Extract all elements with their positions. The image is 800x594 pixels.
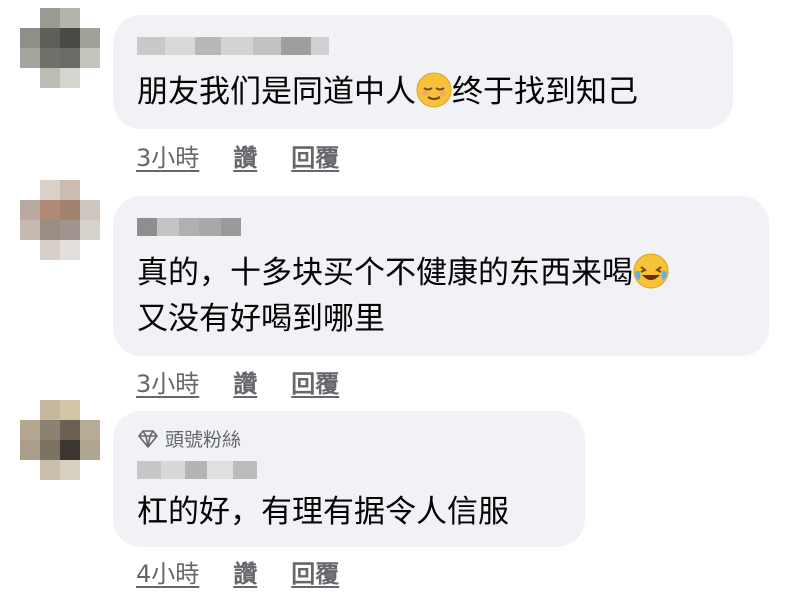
- reply-button[interactable]: 回覆: [291, 138, 339, 173]
- comment-bubble: 朋友我们是同道中人 终于找到知己: [113, 15, 733, 129]
- comment-actions: 4小時 讚 回覆: [136, 554, 373, 589]
- comment-text: 朋友我们是同道中人 终于找到知己: [137, 72, 638, 110]
- reply-button[interactable]: 回覆: [291, 554, 339, 589]
- avatar[interactable]: [20, 8, 100, 88]
- like-button[interactable]: 讚: [233, 138, 257, 173]
- author-name[interactable]: [137, 218, 241, 236]
- timestamp-link[interactable]: 4小時: [136, 554, 199, 589]
- timestamp-link[interactable]: 3小時: [136, 364, 199, 399]
- comment-actions: 3小時 讚 回覆: [136, 364, 373, 399]
- comment-bubble: 頭號粉絲 杠的好，有理有据令人信服: [113, 411, 585, 547]
- comment-text: 杠的好，有理有据令人信服: [137, 494, 509, 530]
- comment-actions: 3小時 讚 回覆: [136, 138, 373, 173]
- top-fan-badge[interactable]: 頭號粉絲: [137, 425, 241, 452]
- comment-text: 真的，十多块买个不健康的东西来喝 又没有好喝到哪里: [137, 250, 669, 342]
- reply-button[interactable]: 回覆: [291, 364, 339, 399]
- author-name[interactable]: [137, 37, 329, 55]
- diamond-icon: [138, 429, 158, 448]
- avatar[interactable]: [20, 400, 100, 480]
- badge-label: 頭號粉絲: [165, 429, 242, 451]
- avatar[interactable]: [20, 180, 100, 260]
- like-button[interactable]: 讚: [233, 554, 257, 589]
- tears-of-joy-face-icon: [633, 253, 669, 289]
- timestamp-link[interactable]: 3小時: [136, 138, 199, 173]
- author-name[interactable]: [137, 461, 257, 479]
- comment-bubble: 真的，十多块买个不健康的东西来喝 又没有好喝到哪里: [113, 196, 769, 356]
- relieved-face-icon: [416, 72, 452, 108]
- like-button[interactable]: 讚: [233, 364, 257, 399]
